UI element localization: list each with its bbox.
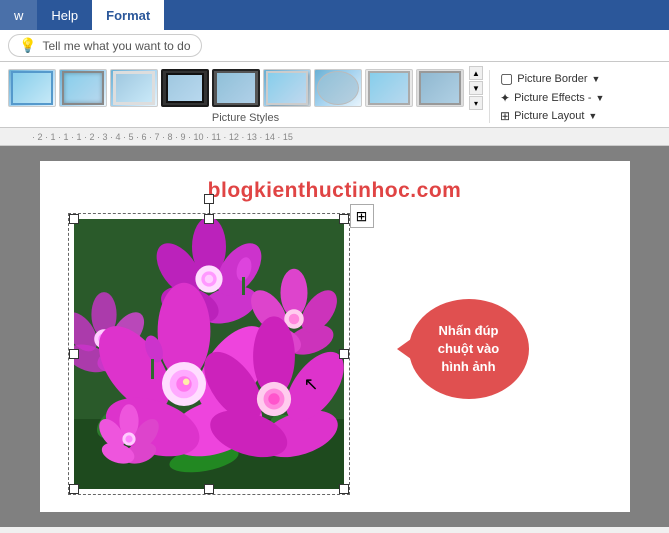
picture-styles-label: Picture Styles bbox=[8, 110, 483, 127]
tell-me-text: Tell me what you want to do bbox=[42, 39, 190, 53]
tooltip-bubble: Nhấn đúp chuột vào hình ảnh bbox=[409, 299, 529, 399]
picture-styles-section: ▲ ▼ ▾ Picture Styles ▢ Picture Border ▼ … bbox=[0, 62, 669, 128]
picture-layout-button[interactable]: ⊞ Picture Layout ▼ bbox=[496, 108, 608, 124]
picture-layout-icon: ⊞ bbox=[500, 109, 510, 123]
blog-title: blogkienthuctinhoc.com bbox=[64, 179, 606, 203]
ruler-markers: · 2 · 1 · 1 · 1 · 2 · 3 · 4 · 5 · 6 · 7 … bbox=[0, 132, 293, 142]
picture-border-icon: ▢ bbox=[500, 70, 513, 87]
style-thumb-8[interactable] bbox=[365, 69, 413, 107]
picture-effects-dropdown[interactable]: ▼ bbox=[596, 93, 605, 103]
picture-layout-dropdown[interactable]: ▼ bbox=[588, 111, 597, 121]
picture-layout-label: Picture Layout bbox=[514, 110, 584, 122]
style-thumb-3[interactable] bbox=[110, 69, 158, 107]
style-thumb-4[interactable] bbox=[161, 69, 209, 107]
picture-border-label: Picture Border bbox=[517, 73, 587, 85]
tab-help[interactable]: Help bbox=[37, 0, 92, 30]
style-scroll-arrows: ▲ ▼ ▾ bbox=[469, 66, 483, 110]
ribbon-bar: 💡 Tell me what you want to do bbox=[0, 30, 669, 62]
horizontal-ruler: · 2 · 1 · 1 · 1 · 2 · 3 · 4 · 5 · 6 · 7 … bbox=[0, 128, 669, 146]
handle-bottom-right[interactable] bbox=[339, 484, 349, 494]
tab-w[interactable]: w bbox=[0, 0, 37, 30]
picture-border-dropdown[interactable]: ▼ bbox=[592, 74, 601, 84]
flower-image[interactable] bbox=[74, 219, 344, 489]
handle-middle-right[interactable] bbox=[339, 349, 349, 359]
tooltip-arrow bbox=[397, 339, 411, 359]
ribbon-tabs-bar: w Help Format bbox=[0, 0, 669, 30]
handle-top-right[interactable] bbox=[339, 214, 349, 224]
handle-bottom-left[interactable] bbox=[69, 484, 79, 494]
picture-style-thumbnails: ▲ ▼ ▾ bbox=[8, 66, 483, 110]
scroll-up-arrow[interactable]: ▲ bbox=[469, 66, 483, 80]
picture-effects-icon: ✦ bbox=[500, 91, 510, 105]
handle-rotate[interactable] bbox=[204, 194, 214, 204]
right-ribbon-buttons: ▢ Picture Border ▼ ✦ Picture Effects - ▼… bbox=[496, 66, 608, 127]
style-thumb-5[interactable] bbox=[212, 69, 260, 107]
style-thumb-6[interactable] bbox=[263, 69, 311, 107]
style-thumb-2[interactable] bbox=[59, 69, 107, 107]
picture-border-button[interactable]: ▢ Picture Border ▼ bbox=[496, 69, 608, 88]
scroll-expand-arrow[interactable]: ▾ bbox=[469, 96, 483, 110]
style-thumb-7[interactable] bbox=[314, 69, 362, 107]
lightbulb-icon: 💡 bbox=[19, 37, 36, 54]
document-area: blogkienthuctinhoc.com bbox=[0, 146, 669, 527]
selected-image-container: ⊞ ↖ Nhấn đúp chuột vào hình ảnh bbox=[74, 219, 344, 489]
picture-effects-label: Picture Effects - bbox=[514, 92, 591, 104]
handle-top-middle[interactable] bbox=[204, 214, 214, 224]
tell-me-input[interactable]: 💡 Tell me what you want to do bbox=[8, 34, 202, 57]
picture-effects-button[interactable]: ✦ Picture Effects - ▼ bbox=[496, 90, 608, 106]
handle-middle-left[interactable] bbox=[69, 349, 79, 359]
style-thumb-1[interactable] bbox=[8, 69, 56, 107]
tab-format[interactable]: Format bbox=[92, 0, 164, 30]
layout-options-icon[interactable]: ⊞ bbox=[350, 204, 374, 228]
handle-top-left[interactable] bbox=[69, 214, 79, 224]
style-thumb-9[interactable] bbox=[416, 69, 464, 107]
scroll-down-arrow[interactable]: ▼ bbox=[469, 81, 483, 95]
document-page: blogkienthuctinhoc.com bbox=[40, 161, 630, 512]
tooltip-text: Nhấn đúp chuột vào hình ảnh bbox=[438, 322, 499, 377]
handle-bottom-middle[interactable] bbox=[204, 484, 214, 494]
